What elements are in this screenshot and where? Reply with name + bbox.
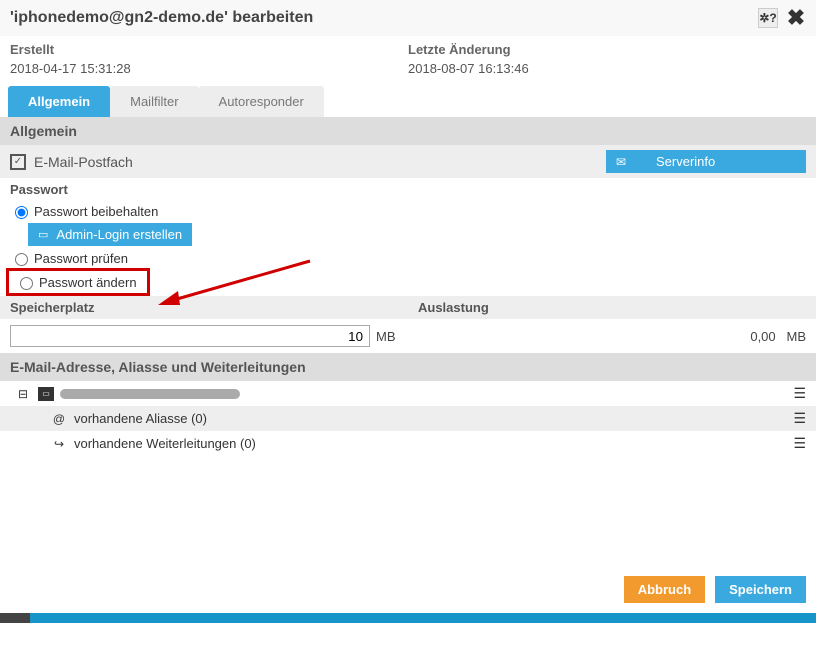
mailbox-label: E-Mail-Postfach (34, 154, 606, 170)
serverinfo-button[interactable]: ✉ Serverinfo (606, 150, 806, 173)
radio-keep-password[interactable] (15, 206, 28, 219)
change-password-highlight: Passwort ändern (6, 268, 150, 296)
usage-unit: MB (787, 329, 807, 344)
checkbox-icon[interactable]: ✓ (10, 154, 26, 170)
storage-input[interactable] (10, 325, 370, 347)
created-value: 2018-04-17 15:31:28 (10, 61, 408, 76)
tab-autoresponder[interactable]: Autoresponder (199, 86, 324, 117)
close-icon[interactable]: ✖ (786, 8, 806, 28)
envelope-icon: ✉ (616, 155, 626, 169)
save-button[interactable]: Speichern (715, 576, 806, 603)
aliases-row-label: vorhandene Aliasse (0) (74, 411, 207, 426)
radio-check-password[interactable] (15, 253, 28, 266)
menu-icon[interactable]: ☰ (793, 435, 806, 452)
admin-login-label: Admin-Login erstellen (56, 227, 182, 242)
menu-icon[interactable]: ☰ (793, 410, 806, 427)
storage-unit: MB (376, 329, 396, 344)
radio-check-label: Passwort prüfen (34, 251, 128, 266)
menu-icon[interactable]: ☰ (793, 385, 806, 402)
id-card-icon: ▭ (38, 228, 48, 241)
forward-icon: ↪ (50, 437, 68, 451)
collapse-icon[interactable]: ⊟ (14, 387, 32, 401)
bottom-accent-bar (0, 613, 816, 623)
radio-keep-label: Passwort beibehalten (34, 204, 158, 219)
password-heading: Passwort (0, 178, 816, 201)
usage-heading: Auslastung (408, 296, 816, 319)
serverinfo-label: Serverinfo (656, 154, 715, 169)
radio-change-password[interactable] (20, 277, 33, 290)
admin-login-button[interactable]: ▭ Admin-Login erstellen (28, 223, 192, 246)
tab-general[interactable]: Allgemein (8, 86, 110, 117)
cancel-button[interactable]: Abbruch (624, 576, 705, 603)
aliases-heading: E-Mail-Adresse, Aliasse und Weiterleitun… (0, 353, 816, 381)
email-address-redacted (60, 389, 240, 399)
forward-row-label: vorhandene Weiterleitungen (0) (74, 436, 256, 451)
modified-label: Letzte Änderung (408, 42, 806, 57)
at-icon: @ (50, 412, 68, 426)
section-general-title: Allgemein (0, 117, 816, 145)
created-label: Erstellt (10, 42, 408, 57)
tab-mailfilter[interactable]: Mailfilter (110, 86, 198, 117)
radio-change-label: Passwort ändern (39, 275, 137, 290)
dialog-title: 'iphonedemo@gn2-demo.de' bearbeiten (10, 9, 758, 27)
modified-value: 2018-08-07 16:13:46 (408, 61, 806, 76)
annotation-arrow (150, 259, 320, 319)
usage-value: 0,00 (750, 329, 775, 344)
help-icon[interactable]: ✲? (758, 8, 778, 28)
contact-icon: ▭ (38, 387, 54, 401)
